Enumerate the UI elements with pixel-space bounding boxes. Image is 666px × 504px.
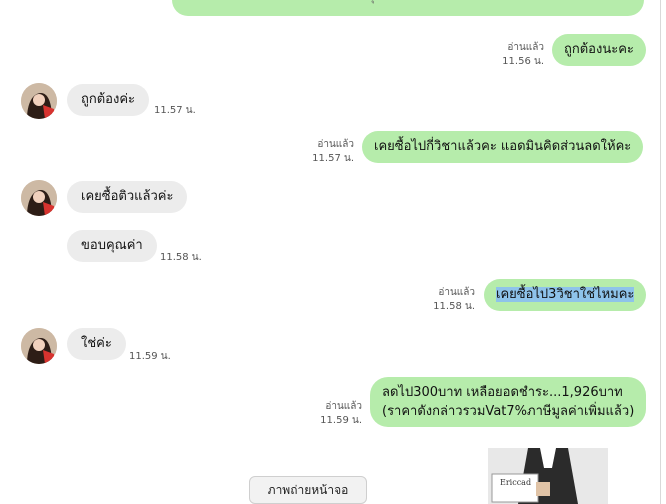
outgoing-message: เคยซื้อไป3วิชาใช่ไหมคะ [484, 279, 647, 311]
panel-border [660, 0, 661, 504]
message-time: 11.58 น. [160, 252, 202, 263]
outgoing-message: ถูกต้องนะคะ [552, 34, 646, 66]
avatar [21, 180, 57, 216]
read-status: อ่านแล้ว [317, 139, 354, 150]
message-time: 11.59 น. [320, 415, 362, 426]
outgoing-message-partial: ช่วงลดค่าเรียนเล็ดลอดลอยกันไปอุตลงราคา [172, 0, 644, 16]
message-time: 11.57 น. [154, 105, 196, 116]
message-meta: อ่านแล้ว 11.59 น. [296, 400, 362, 428]
avatar [21, 83, 57, 119]
avatar-image [21, 180, 57, 216]
image-preview [488, 448, 608, 504]
message-time: 11.58 น. [433, 301, 475, 312]
outgoing-message: เคยซื้อไปกี่วิชาแล้วคะ แอดมินคิดส่วนลดให… [362, 131, 644, 163]
message-meta: อ่านแล้ว 11.56 น. [478, 41, 544, 69]
message-line: ลดไป300บาท เหลือยอดชำระ...1,926บาท [382, 385, 623, 400]
message-time: 11.59 น. [129, 351, 171, 362]
avatar-image [21, 83, 57, 119]
incoming-message: ขอบคุณค่า [67, 230, 157, 262]
selected-text: เคยซื้อไป3วิชาใช่ไหมคะ [496, 287, 635, 302]
message-meta: อ่านแล้ว 11.57 น. [288, 138, 354, 166]
card-text: Ericcad [500, 478, 532, 487]
avatar-image [21, 328, 57, 364]
message-meta: อ่านแล้ว 11.58 น. [409, 286, 475, 314]
incoming-message: เคยซื้อติวแล้วค่ะ [67, 181, 188, 213]
read-status: อ่านแล้ว [507, 42, 544, 53]
message-time: 11.56 น. [502, 56, 544, 67]
read-status: อ่านแล้ว [325, 401, 362, 412]
read-status: อ่านแล้ว [438, 287, 475, 298]
avatar [21, 328, 57, 364]
screenshot-button[interactable]: ภาพถ่ายหน้าจอ [249, 476, 367, 504]
image-message[interactable]: Ericcad [488, 448, 608, 504]
incoming-message: ใช่ค่ะ [67, 328, 126, 360]
message-time: 11.57 น. [312, 153, 354, 164]
incoming-message: ถูกต้องค่ะ [67, 84, 150, 116]
message-line: (ราคาดังกล่าวรวมVat7%ภาษีมูลค่าเพิ่มแล้ว… [382, 404, 635, 419]
outgoing-message: ลดไป300บาท เหลือยอดชำระ...1,926บาท (ราคา… [370, 377, 647, 427]
